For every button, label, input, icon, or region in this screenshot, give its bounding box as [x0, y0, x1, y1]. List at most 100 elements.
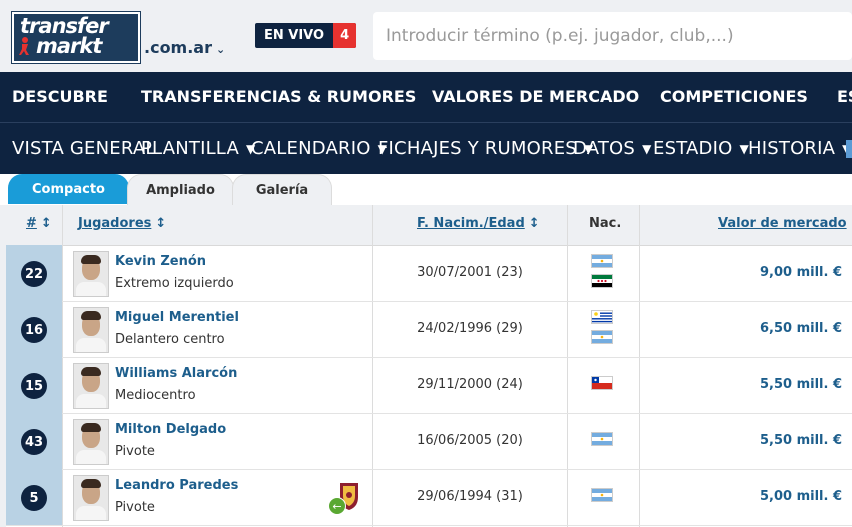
subnav-label: PLANTILLA	[141, 138, 239, 159]
table-row: 16 Miguel Merentiel Delantero centro 24/…	[6, 301, 852, 358]
number-cell: 22	[6, 245, 62, 301]
chevron-down-icon: ⌄	[216, 43, 226, 56]
tab-label: Compacto	[32, 181, 105, 197]
subnav-label: ESTADIO	[653, 138, 733, 159]
top-header: transfer markt .com.ar ⌄ EN VIVO 4	[0, 0, 852, 72]
uruguay-flag-icon	[592, 311, 612, 323]
player-dob-age: 16/06/2005 (20)	[417, 433, 523, 448]
header-dob-age[interactable]: F. Nacim./Edad ↕	[417, 216, 540, 231]
main-nav-descubre[interactable]: DESCUBRE	[12, 87, 108, 106]
player-name-link[interactable]: Miguel Merentiel	[115, 310, 239, 325]
subnav-item-plantilla[interactable]: PLANTILLA ▼	[141, 138, 255, 159]
player-name-link[interactable]: Kevin Zenón	[115, 254, 206, 269]
argentina-flag-icon	[592, 331, 612, 343]
player-photo[interactable]	[73, 363, 109, 409]
table-row: 5 Leandro Paredes Pivote ← 29/06/1994 (3…	[6, 469, 852, 526]
transfermarkt-logo[interactable]: transfer markt	[12, 12, 140, 63]
header-value-label: Valor de mercado	[718, 216, 847, 231]
player-photo[interactable]	[73, 307, 109, 353]
shirt-number: 5	[21, 485, 47, 511]
number-cell: 15	[6, 357, 62, 413]
header-players-label: Jugadores	[78, 216, 152, 231]
main-nav-transferencias[interactable]: TRANSFERENCIAS & RUMORES	[141, 87, 416, 106]
market-value-link[interactable]: 5,00 mill. €	[760, 489, 842, 504]
live-count-badge: 4	[333, 23, 357, 48]
subnav-item-calendario[interactable]: CALENDARIO ▼	[251, 138, 387, 159]
subnav-item-estadio[interactable]: ESTADIO ▼	[653, 138, 749, 159]
header-players[interactable]: Jugadores ↕	[78, 216, 166, 231]
domain-label: .com.ar	[144, 38, 212, 57]
header-nationality: Nac.	[589, 216, 622, 231]
table-row: 15 Williams Alarcón Mediocentro 29/11/20…	[6, 357, 852, 414]
header-number-label: #	[26, 216, 37, 231]
player-photo[interactable]	[73, 251, 109, 297]
shirt-number: 15	[21, 373, 47, 399]
tab-label: Galería	[255, 182, 309, 198]
player-position: Mediocentro	[115, 388, 196, 403]
table-row: 22 Kevin Zenón Extremo izquierdo 30/07/2…	[6, 245, 852, 302]
subnav-label: FICHAJES Y RUMORES	[378, 138, 577, 159]
logo-figure-icon	[19, 37, 29, 55]
table-row: 43 Milton Delgado Pivote 16/06/2005 (20)…	[6, 413, 852, 470]
market-value-link[interactable]: 9,00 mill. €	[760, 265, 842, 280]
player-name-link[interactable]: Leandro Paredes	[115, 478, 238, 493]
player-dob-age: 29/06/1994 (31)	[417, 489, 523, 504]
squad-table: # ↕ Jugadores ↕ F. Nacim./Edad ↕ Nac. Valor…	[6, 205, 852, 527]
player-dob-age: 29/11/2000 (24)	[417, 377, 523, 392]
subnav-overflow-indicator[interactable]	[846, 140, 852, 158]
shirt-number: 43	[21, 429, 47, 455]
subnav-item-datos[interactable]: DATOS ▼	[573, 138, 652, 159]
subnav-label: CALENDARIO	[251, 138, 371, 159]
subnav-label: HISTORIA	[748, 138, 836, 159]
table-header: # ↕ Jugadores ↕ F. Nacim./Edad ↕ Nac. Valor…	[6, 205, 852, 246]
player-name-link[interactable]: Williams Alarcón	[115, 366, 237, 381]
sort-icon: ↕	[155, 216, 167, 231]
tab-galeria[interactable]: Galería	[232, 174, 332, 205]
subnav-item-historia[interactable]: HISTORIA▼	[748, 138, 852, 159]
player-name-link[interactable]: Milton Delgado	[115, 422, 226, 437]
player-photo[interactable]	[73, 419, 109, 465]
header-number[interactable]: # ↕	[26, 216, 52, 231]
main-nav: DESCUBRE TRANSFERENCIAS & RUMORES VALORE…	[0, 72, 852, 122]
subnav-item-fichajes[interactable]: FICHAJES Y RUMORES ▼	[378, 138, 593, 159]
player-position: Pivote	[115, 500, 155, 515]
shirt-number: 16	[21, 317, 47, 343]
number-cell: 16	[6, 301, 62, 357]
caret-down-icon: ▼	[642, 142, 652, 156]
loan-arrow-icon: ←	[328, 497, 346, 515]
tab-ampliado[interactable]: Ampliado	[127, 174, 234, 205]
number-cell: 5	[6, 469, 62, 525]
player-dob-age: 30/07/2001 (23)	[417, 265, 523, 280]
subnav-item-vista-general[interactable]: VISTA GENERAL	[12, 138, 156, 159]
tab-label: Ampliado	[146, 182, 215, 198]
main-nav-competiciones[interactable]: COMPETICIONES	[660, 87, 808, 106]
subnav-label: DATOS	[573, 138, 636, 159]
header-market-value[interactable]: Valor de mercado↓	[718, 216, 852, 231]
syria-flag-icon	[592, 275, 612, 287]
subnav-label: VISTA GENERAL	[12, 138, 156, 159]
chile-flag-icon	[592, 377, 612, 389]
view-tabs: Compacto Ampliado Galería	[0, 174, 852, 205]
player-position: Pivote	[115, 444, 155, 459]
market-value-link[interactable]: 6,50 mill. €	[760, 321, 842, 336]
logo-text-line2: markt	[36, 34, 102, 58]
player-position: Extremo izquierdo	[115, 276, 234, 291]
tab-compacto[interactable]: Compacto	[8, 174, 129, 204]
live-button[interactable]: EN VIVO 4	[255, 23, 357, 48]
argentina-flag-icon	[592, 255, 612, 267]
domain-selector[interactable]: .com.ar ⌄	[144, 38, 225, 57]
sort-icon: ↕	[528, 216, 540, 231]
market-value-link[interactable]: 5,50 mill. €	[760, 377, 842, 392]
club-sub-nav: VISTA GENERAL PLANTILLA ▼ CALENDARIO ▼ FIC…	[0, 122, 852, 175]
shirt-number: 22	[21, 261, 47, 287]
live-label: EN VIVO	[264, 28, 325, 43]
number-cell: 43	[6, 413, 62, 469]
main-nav-valores[interactable]: VALORES DE MERCADO	[432, 87, 639, 106]
market-value-link[interactable]: 5,50 mill. €	[760, 433, 842, 448]
player-position: Delantero centro	[115, 332, 225, 347]
search-input[interactable]	[373, 12, 852, 60]
main-nav-truncated[interactable]: ES	[837, 87, 852, 106]
player-photo[interactable]	[73, 475, 109, 521]
sort-icon: ↕	[40, 216, 52, 231]
header-dob-label: F. Nacim./Edad	[417, 216, 525, 231]
